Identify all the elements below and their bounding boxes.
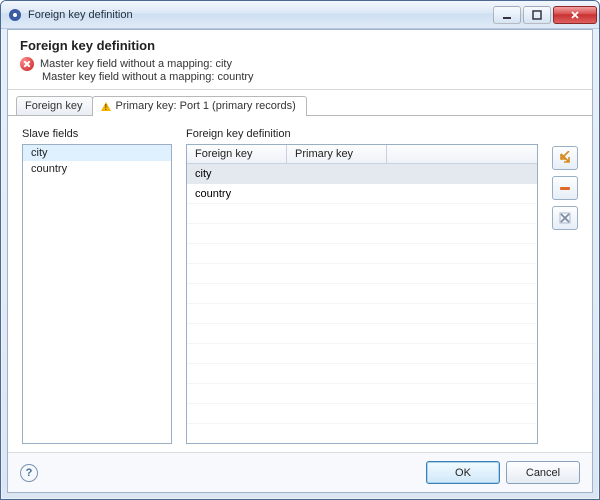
tab-label: Foreign key <box>25 100 82 112</box>
ok-button[interactable]: OK <box>426 461 500 484</box>
window-controls <box>493 6 597 24</box>
remove-mapping-button[interactable] <box>552 176 578 200</box>
col-foreign-key[interactable]: Foreign key <box>187 145 287 163</box>
tab-primary-key[interactable]: Primary key: Port 1 (primary records) <box>92 96 306 116</box>
list-item[interactable]: country <box>23 161 171 177</box>
app-icon <box>7 7 23 23</box>
error-icon <box>20 57 34 71</box>
dialog-header: Foreign key definition Master key field … <box>8 30 592 90</box>
dialog-window: Foreign key definition Foreign key defin… <box>0 0 600 500</box>
definition-table[interactable]: Foreign key Primary key city country <box>186 144 538 444</box>
slave-fields-panel: Slave fields city country <box>22 128 172 444</box>
definition-panel: Foreign key definition Foreign key Prima… <box>186 128 538 444</box>
auto-map-button[interactable] <box>552 146 578 170</box>
help-icon: ? <box>26 467 33 479</box>
list-item-text: city <box>31 147 48 159</box>
list-item-text: country <box>31 163 67 175</box>
side-buttons <box>552 128 578 444</box>
window-title: Foreign key definition <box>28 9 493 21</box>
table-header: Foreign key Primary key <box>187 145 537 164</box>
help-button[interactable]: ? <box>20 464 38 482</box>
error-text: Master key field without a mapping: city <box>40 58 232 70</box>
error-message: Master key field without a mapping: coun… <box>42 71 580 83</box>
table-body[interactable]: city country <box>187 164 537 443</box>
tab-foreign-key[interactable]: Foreign key <box>16 96 93 115</box>
close-button[interactable] <box>553 6 597 24</box>
remove-icon <box>558 181 572 195</box>
cancel-button[interactable]: Cancel <box>506 461 580 484</box>
col-primary-key[interactable]: Primary key <box>287 145 387 163</box>
error-message: Master key field without a mapping: city <box>20 57 580 71</box>
titlebar[interactable]: Foreign key definition <box>1 1 599 29</box>
button-label: OK <box>455 467 471 479</box>
dialog-body: Slave fields city country Foreign key de… <box>8 116 592 452</box>
clear-all-button[interactable] <box>552 206 578 230</box>
table-row[interactable]: city <box>187 164 537 184</box>
dialog-footer: ? OK Cancel <box>8 452 592 492</box>
table-row[interactable]: country <box>187 184 537 204</box>
auto-map-icon <box>558 151 572 165</box>
error-text: Master key field without a mapping: coun… <box>42 71 254 83</box>
warning-icon <box>101 102 111 111</box>
col-spacer <box>387 145 537 163</box>
cell-fk: city <box>187 168 287 180</box>
dialog-heading: Foreign key definition <box>20 38 580 53</box>
clear-icon <box>558 211 572 225</box>
button-label: Cancel <box>526 467 560 479</box>
slave-fields-label: Slave fields <box>22 128 172 140</box>
client-area: Foreign key definition Master key field … <box>7 29 593 493</box>
cell-fk: country <box>187 188 287 200</box>
minimize-button[interactable] <box>493 6 521 24</box>
list-item[interactable]: city <box>23 145 171 161</box>
slave-fields-list[interactable]: city country <box>22 144 172 444</box>
tab-label: Primary key: Port 1 (primary records) <box>115 100 295 112</box>
tabstrip: Foreign key Primary key: Port 1 (primary… <box>8 90 592 116</box>
definition-label: Foreign key definition <box>186 128 538 140</box>
maximize-button[interactable] <box>523 6 551 24</box>
